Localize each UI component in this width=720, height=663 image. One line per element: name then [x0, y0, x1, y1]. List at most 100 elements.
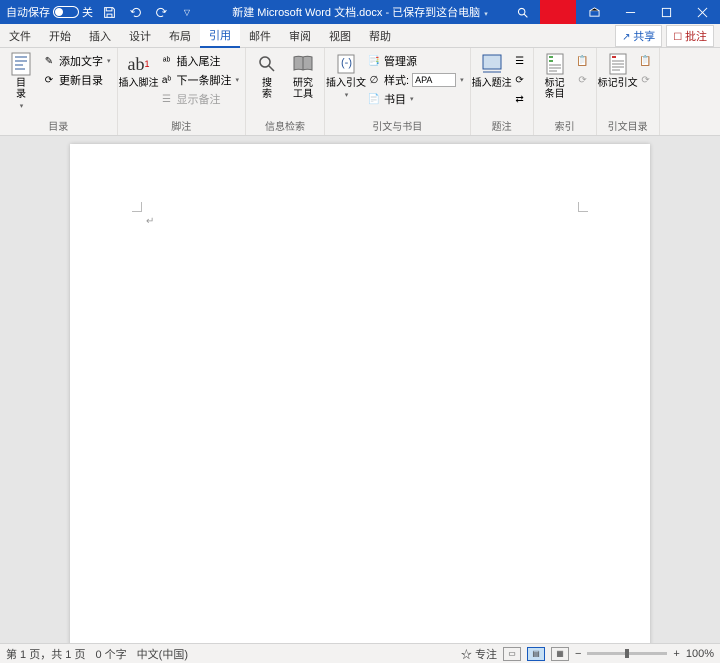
- endnote-icon: ᵃᵇ: [160, 54, 174, 68]
- next-footnote-icon: aᵇ: [160, 73, 174, 87]
- update-icon: ⟳: [576, 73, 590, 87]
- magnifier-icon: [255, 52, 279, 76]
- group-label-index: 索引: [538, 117, 592, 135]
- tab-layout[interactable]: 布局: [160, 24, 200, 48]
- tab-file[interactable]: 文件: [0, 24, 40, 48]
- footnote-icon: ab1: [127, 52, 151, 76]
- zoom-in-button[interactable]: +: [673, 648, 679, 660]
- page[interactable]: ↵: [70, 144, 650, 643]
- crossref-icon: ⇄: [513, 92, 527, 106]
- chevron-down-icon: ▾: [20, 102, 24, 110]
- group-footnotes: ab1 插入脚注 ᵃᵇ插入尾注 aᵇ下一条脚注▾ ☰显示备注 脚注: [118, 48, 247, 135]
- group-label-toa: 引文目录: [601, 117, 655, 135]
- zoom-slider[interactable]: [587, 652, 667, 655]
- group-index: 标记 条目 📋 ⟳ 索引: [534, 48, 597, 135]
- page-indicator[interactable]: 第 1 页，共 1 页: [6, 646, 85, 662]
- bibliography-button[interactable]: 📄书目▾: [365, 90, 466, 108]
- maximize-button[interactable]: [648, 0, 684, 24]
- insert-citation-button[interactable]: (-) 插入引文 ▾: [329, 50, 363, 101]
- autosave-toggle[interactable]: 自动保存 关: [6, 4, 93, 20]
- ribbon-options-button[interactable]: [576, 0, 612, 24]
- index-icon: [543, 52, 567, 76]
- show-notes-icon: ☰: [160, 92, 174, 106]
- insert-endnote-button[interactable]: ᵃᵇ插入尾注: [158, 52, 242, 70]
- add-text-button[interactable]: ✎添加文字▾: [40, 52, 113, 70]
- add-text-icon: ✎: [42, 54, 56, 68]
- tab-home[interactable]: 开始: [40, 24, 80, 48]
- tab-insert[interactable]: 插入: [80, 24, 120, 48]
- tab-review[interactable]: 审阅: [280, 24, 320, 48]
- minimize-button[interactable]: [612, 0, 648, 24]
- save-button[interactable]: [99, 2, 119, 22]
- chevron-down-icon: ▾: [345, 91, 349, 99]
- tab-mailings[interactable]: 邮件: [240, 24, 280, 48]
- group-label-toc: 目录: [4, 117, 113, 135]
- mark-entry-button[interactable]: 标记 条目: [538, 50, 572, 102]
- tab-design[interactable]: 设计: [120, 24, 160, 48]
- autosave-label: 自动保存: [6, 4, 50, 20]
- citation-style-dropdown[interactable]: ∅样式:▾: [365, 71, 466, 89]
- group-label-research: 信息检索: [250, 117, 320, 135]
- zoom-level[interactable]: 100%: [686, 648, 714, 660]
- citation-icon: (-): [334, 52, 358, 76]
- tab-references[interactable]: 引用: [200, 24, 240, 48]
- undo-button[interactable]: [125, 2, 145, 22]
- redo-button[interactable]: [151, 2, 171, 22]
- document-area[interactable]: ↵: [0, 136, 720, 643]
- update-index-button: ⟳: [574, 71, 592, 89]
- group-captions: 插入题注 ☰ ⟳ ⇄ 题注: [471, 48, 534, 135]
- caption-opt3[interactable]: ⇄: [511, 90, 529, 108]
- margin-corner-tr: [578, 202, 588, 212]
- update-icon: ⟳: [42, 73, 56, 87]
- group-toa: 标记引文 📋 ⟳ 引文目录: [597, 48, 660, 135]
- tab-view[interactable]: 视图: [320, 24, 360, 48]
- caption-opt1[interactable]: ☰: [511, 52, 529, 70]
- insert-footnote-button[interactable]: ab1 插入脚注: [122, 50, 156, 91]
- insert-index-button[interactable]: 📋: [574, 52, 592, 70]
- status-bar: 第 1 页，共 1 页 0 个字 中文(中国) ☆ 专注 ▭ ▤ ▦ − + 1…: [0, 643, 720, 663]
- focus-mode-button[interactable]: ☆ 专注: [461, 646, 497, 662]
- language-indicator[interactable]: 中文(中国): [137, 646, 188, 662]
- style-value-input[interactable]: [412, 73, 456, 87]
- group-citations: (-) 插入引文 ▾ 📑管理源 ∅样式:▾ 📄书目▾ 引文与书目: [325, 48, 471, 135]
- show-notes-button: ☰显示备注: [158, 90, 242, 108]
- toc-icon: [9, 52, 33, 76]
- title-bar: 自动保存 关 ▽ 新建 Microsoft Word 文档.docx - 已保存…: [0, 0, 720, 24]
- autosave-state: 关: [82, 4, 93, 20]
- margin-corner-tl: [132, 202, 142, 212]
- word-count[interactable]: 0 个字: [95, 646, 126, 662]
- group-toc: 目 录 ▾ ✎添加文字▾ ⟳更新目录 目录: [0, 48, 118, 135]
- update-icon: ⟳: [639, 73, 653, 87]
- caption-icon: [480, 52, 504, 76]
- mark-citation-button[interactable]: 标记引文: [601, 50, 635, 91]
- insert-toa-icon: 📋: [639, 54, 653, 68]
- group-label-captions: 题注: [475, 117, 529, 135]
- researcher-button[interactable]: 研究 工具: [286, 50, 320, 102]
- account-button[interactable]: [540, 0, 576, 24]
- share-button[interactable]: ↗ 共享: [615, 25, 662, 47]
- tab-help[interactable]: 帮助: [360, 24, 400, 48]
- book-icon: [291, 52, 315, 76]
- manage-sources-button[interactable]: 📑管理源: [365, 52, 466, 70]
- update-toc-button[interactable]: ⟳更新目录: [40, 71, 113, 89]
- update-icon: ⟳: [513, 73, 527, 87]
- print-layout-button[interactable]: ▤: [527, 647, 545, 661]
- insert-toa-button[interactable]: 📋: [637, 52, 655, 70]
- search-pane-button[interactable]: 搜 索: [250, 50, 284, 102]
- qat-customize-button[interactable]: ▽: [177, 2, 197, 22]
- caption-opt2[interactable]: ⟳: [511, 71, 529, 89]
- insert-caption-button[interactable]: 插入题注: [475, 50, 509, 91]
- next-footnote-button[interactable]: aᵇ下一条脚注▾: [158, 71, 242, 89]
- comments-button[interactable]: ☐ 批注: [666, 25, 714, 47]
- svg-text:(-): (-): [341, 57, 352, 69]
- biblio-icon: 📄: [367, 92, 381, 106]
- close-button[interactable]: [684, 0, 720, 24]
- group-label-footnotes: 脚注: [122, 117, 242, 135]
- toa-icon: [606, 52, 630, 76]
- web-layout-button[interactable]: ▦: [551, 647, 569, 661]
- search-button[interactable]: [504, 0, 540, 24]
- read-mode-button[interactable]: ▭: [503, 647, 521, 661]
- toc-button[interactable]: 目 录 ▾: [4, 50, 38, 112]
- zoom-out-button[interactable]: −: [575, 648, 581, 660]
- sources-icon: 📑: [367, 54, 381, 68]
